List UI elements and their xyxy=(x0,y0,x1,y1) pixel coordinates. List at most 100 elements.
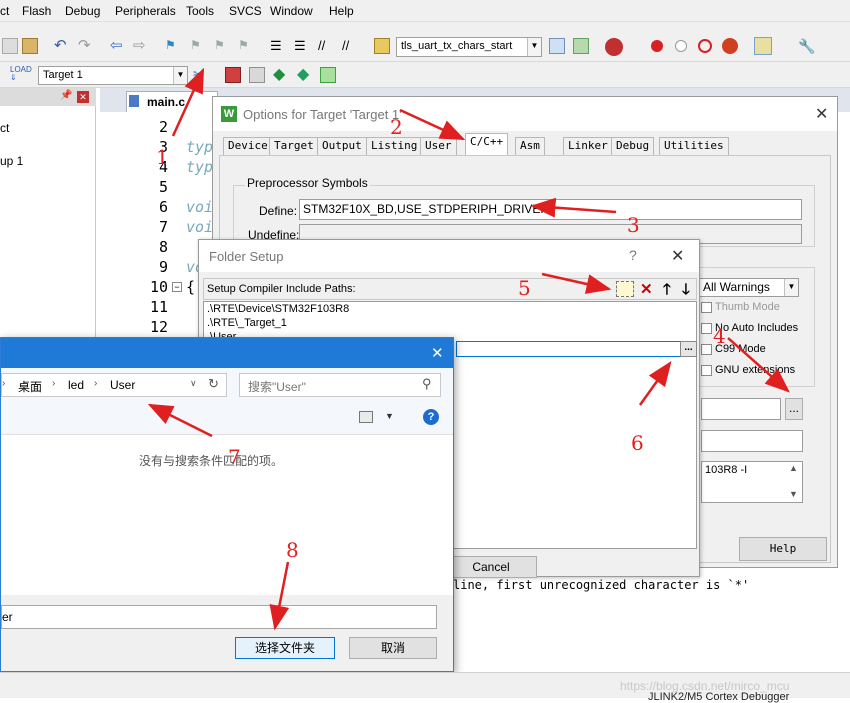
tab-c-cpp[interactable]: C/C++ xyxy=(465,133,509,155)
include-paths-input[interactable] xyxy=(701,398,781,420)
warnings-select[interactable]: All Warnings ▼ xyxy=(699,278,799,297)
bookmark-prev-icon[interactable]: ⚑ xyxy=(190,38,206,54)
close-icon[interactable]: ✕ xyxy=(431,344,444,362)
no-auto-includes-checkbox[interactable] xyxy=(701,323,712,334)
tab-target[interactable]: Target xyxy=(269,137,319,155)
editor-tab-main-c[interactable]: main.c xyxy=(126,91,218,112)
annotation-3: 3 xyxy=(627,213,640,237)
target-options-icon[interactable]: ✂ xyxy=(193,67,209,83)
window-layout-icon[interactable] xyxy=(754,37,772,55)
scroll-up-icon[interactable]: ▲ xyxy=(789,463,798,473)
menu-tools[interactable]: Tools xyxy=(186,4,214,18)
misc-controls-input[interactable] xyxy=(701,430,803,452)
project-item-ct[interactable]: ct xyxy=(0,121,9,135)
include-path-item[interactable]: .\RTE\Device\STM32F103R8 xyxy=(207,303,349,315)
breadcrumb-desktop[interactable]: 桌面 xyxy=(18,378,42,395)
path-browse-button[interactable]: ... xyxy=(680,341,697,357)
chevron-down-icon[interactable]: ▼ xyxy=(173,67,187,84)
chevron-down-icon[interactable]: ∨ xyxy=(190,378,197,389)
chevron-down-icon[interactable]: ▼ xyxy=(385,411,394,421)
indent-icon[interactable]: ☰ xyxy=(270,38,286,54)
bookmark-next-icon[interactable]: ⚑ xyxy=(214,38,230,54)
scroll-down-icon[interactable]: ▼ xyxy=(789,489,798,499)
redo-icon[interactable]: ↷ xyxy=(78,38,94,54)
menu-help[interactable]: Help xyxy=(329,4,354,18)
gnu-extensions-checkbox[interactable] xyxy=(701,365,712,376)
configure-icon[interactable]: 🔧 xyxy=(798,38,815,54)
delete-icon[interactable]: ✕ xyxy=(640,280,653,298)
file-list[interactable]: 没有与搜索条件匹配的项。 xyxy=(1,435,453,595)
chevron-down-icon[interactable]: ▼ xyxy=(527,38,541,56)
search-icon[interactable]: ⚲ xyxy=(422,376,432,392)
close-icon[interactable]: ✕ xyxy=(671,246,684,266)
find-icon[interactable] xyxy=(549,38,565,54)
menu-debug[interactable]: Debug xyxy=(65,4,100,18)
refresh-icon[interactable]: ↻ xyxy=(208,376,219,392)
paste-icon[interactable] xyxy=(22,38,38,54)
tab-debug[interactable]: Debug xyxy=(611,137,655,155)
nav-back-icon[interactable]: ⇦ xyxy=(110,38,126,54)
menu-project[interactable]: ct xyxy=(0,4,9,18)
tab-user[interactable]: User xyxy=(420,137,457,155)
help-button[interactable]: Help xyxy=(739,537,827,561)
close-icon[interactable]: ✕ xyxy=(815,104,828,124)
breadcrumb-led[interactable]: led xyxy=(68,378,84,392)
pin-icon[interactable]: 📌 xyxy=(60,90,72,101)
tab-utilities[interactable]: Utilities xyxy=(659,137,729,155)
close-icon[interactable]: ✕ xyxy=(77,91,89,103)
manage-components-icon[interactable] xyxy=(225,67,241,83)
breakpoint-clear-icon[interactable] xyxy=(698,39,712,53)
help-icon[interactable]: ? xyxy=(629,247,637,263)
unindent-icon[interactable]: ☰ xyxy=(294,38,310,54)
select-pack-icon[interactable]: ◆ xyxy=(297,67,313,83)
comment-icon[interactable]: // xyxy=(318,38,334,54)
folder-name-input[interactable]: er xyxy=(1,605,437,629)
include-path-item[interactable]: .\RTE\_Target_1 xyxy=(207,317,287,329)
new-folder-icon[interactable] xyxy=(616,281,634,297)
include-paths-browse-button[interactable]: ... xyxy=(785,398,803,420)
run-time-env-icon[interactable] xyxy=(320,67,336,83)
breakpoint-icon[interactable] xyxy=(651,40,663,52)
uncomment-icon[interactable]: // xyxy=(342,38,358,54)
find-in-files-icon[interactable] xyxy=(374,38,390,54)
bookmark-icon[interactable]: ⚑ xyxy=(165,38,181,54)
breadcrumb-user[interactable]: User xyxy=(110,378,135,392)
breakpoint-disable-icon[interactable] xyxy=(675,40,687,52)
project-item[interactable]: up 1 xyxy=(0,154,23,168)
tab-device[interactable]: Device xyxy=(223,137,273,155)
target-select[interactable]: Target 1 ▼ xyxy=(38,66,188,85)
tab-output[interactable]: Output xyxy=(317,137,367,155)
nav-forward-icon[interactable]: ⇨ xyxy=(133,38,149,54)
view-options-icon[interactable] xyxy=(359,411,373,423)
fold-toggle-icon[interactable]: − xyxy=(172,282,182,292)
address-bar[interactable]: › 桌面 › led › User ∨ ↻ xyxy=(1,373,227,397)
tab-asm[interactable]: Asm xyxy=(515,137,545,155)
load-icon[interactable]: LOAD ⇓ xyxy=(10,66,32,82)
select-folder-button[interactable]: 选择文件夹 xyxy=(235,637,335,659)
undo-icon[interactable]: ↶ xyxy=(54,38,70,54)
incremental-find-icon[interactable] xyxy=(573,38,589,54)
define-input[interactable]: STM32F10X_BD,USE_STDPERIPH_DRIVER xyxy=(299,199,802,220)
menu-peripherals[interactable]: Peripherals xyxy=(115,4,176,18)
copy-icon[interactable] xyxy=(2,38,18,54)
bookmark-clear-icon[interactable]: ⚑ xyxy=(238,38,254,54)
menu-svcs[interactable]: SVCS xyxy=(229,4,262,18)
annotation-4: 4 xyxy=(713,324,726,348)
pack-installer-icon[interactable]: ◆ xyxy=(273,67,289,83)
browse-cancel-button[interactable]: 取消 xyxy=(349,637,437,659)
include-path-edit[interactable] xyxy=(456,341,692,357)
c99-mode-checkbox[interactable] xyxy=(701,344,712,355)
search-box[interactable]: 搜索"User" ⚲ xyxy=(239,373,441,397)
kill-breakpoints-icon[interactable] xyxy=(722,38,738,54)
menu-flash[interactable]: Flash xyxy=(22,4,51,18)
help-icon[interactable]: ? xyxy=(423,409,439,425)
menu-window[interactable]: Window xyxy=(270,4,313,18)
chevron-down-icon[interactable]: ▼ xyxy=(784,279,798,296)
debug-session-icon[interactable] xyxy=(605,38,623,56)
file-extensions-icon[interactable] xyxy=(249,67,265,83)
folder-cancel-button[interactable]: Cancel xyxy=(445,556,537,578)
tab-listing[interactable]: Listing xyxy=(366,137,423,155)
target-combo[interactable]: tls_uart_tx_chars_start ▼ xyxy=(396,37,542,57)
tab-linker[interactable]: Linker xyxy=(563,137,613,155)
thumb-mode-checkbox[interactable] xyxy=(701,302,712,313)
